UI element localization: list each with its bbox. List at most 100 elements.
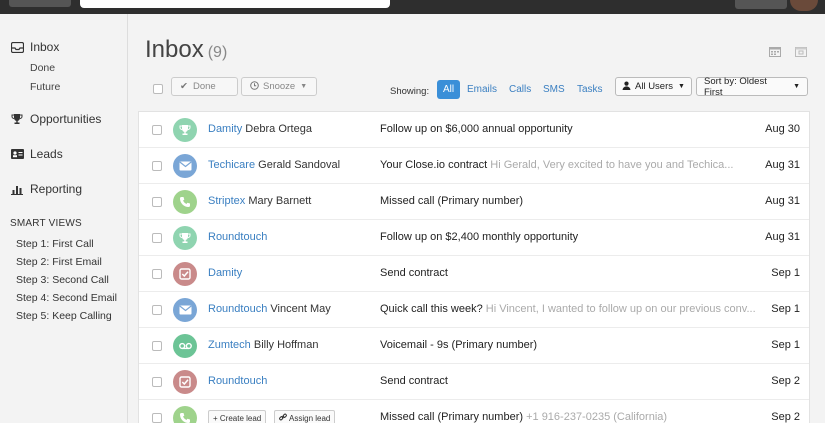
row-checkbox[interactable] xyxy=(152,413,162,423)
all-users-dropdown[interactable]: All Users ▼ xyxy=(615,77,692,96)
subject-text: Your Close.io contract xyxy=(380,159,488,171)
inbox-row[interactable]: Zumtech Billy Hoffman Voicemail - 9s (Pri… xyxy=(139,328,809,364)
subject-cell[interactable]: Send contract xyxy=(380,375,448,387)
subject-text: Follow up on $6,000 annual opportunity xyxy=(380,123,573,135)
row-checkbox[interactable] xyxy=(152,377,162,387)
subject-cell[interactable]: Follow up on $2,400 monthly opportunity xyxy=(380,231,578,243)
subject-preview: Hi Vincent, I wanted to follow up on our… xyxy=(485,303,756,315)
row-checkbox[interactable] xyxy=(152,233,162,243)
page-title-text: Inbox xyxy=(145,36,204,63)
inbox-row[interactable]: Striptex Mary Barnett Missed call (Primar… xyxy=(139,184,809,220)
filter-emails[interactable]: Emails xyxy=(461,80,503,99)
inbox-row[interactable]: Techicare Gerald Sandoval Your Close.io c… xyxy=(139,148,809,184)
inbox-row[interactable]: Roundtouch Vincent May Quick call this we… xyxy=(139,292,809,328)
subject-cell[interactable]: Follow up on $6,000 annual opportunity xyxy=(380,123,573,135)
company-link[interactable]: Zumtech xyxy=(208,339,251,351)
row-checkbox[interactable] xyxy=(152,269,162,279)
phone-icon xyxy=(173,406,197,423)
top-right-button[interactable] xyxy=(735,0,787,9)
subject-text: Voicemail - 9s (Primary number) xyxy=(380,339,538,351)
subject-cell[interactable]: Voicemail - 9s (Primary number) xyxy=(380,339,537,351)
caret-down-icon: ▼ xyxy=(793,83,800,90)
smart-view-item[interactable]: Step 1: First Call xyxy=(16,238,94,250)
subject-cell[interactable]: Missed call (Primary number) xyxy=(380,195,523,207)
row-date: Sep 2 xyxy=(771,375,800,387)
filter-sms[interactable]: SMS xyxy=(537,80,571,99)
caret-down-icon: ▼ xyxy=(300,83,308,90)
filter-calls[interactable]: Calls xyxy=(503,80,537,99)
lead-cell: Roundtouch xyxy=(208,231,267,243)
row-checkbox[interactable] xyxy=(152,305,162,315)
lead-cell: Damity xyxy=(208,267,242,279)
sidebar-item-inbox[interactable]: Inbox xyxy=(10,40,59,54)
company-link[interactable]: Roundtouch xyxy=(208,375,267,387)
subject-text: Quick call this week? xyxy=(380,303,483,315)
company-link[interactable]: Roundtouch xyxy=(208,303,267,315)
inbox-count: (9) xyxy=(207,44,228,61)
row-date: Aug 31 xyxy=(765,159,800,171)
lead-cell: Striptex Mary Barnett xyxy=(208,195,311,207)
task-check-icon xyxy=(173,262,197,286)
calendar-alt-icon[interactable] xyxy=(795,44,807,57)
inbox-row[interactable]: + Create lead Assign lead Missed call (Pri… xyxy=(139,400,809,423)
lead-cell: Zumtech Billy Hoffman xyxy=(208,339,318,351)
lead-cell: Roundtouch xyxy=(208,375,267,387)
row-checkbox[interactable] xyxy=(152,341,162,351)
trophy-icon xyxy=(173,118,197,142)
inbox-row[interactable]: Damity Debra Ortega Follow up on $6,000 a… xyxy=(139,112,809,148)
contact-name: Vincent May xyxy=(270,303,331,315)
smart-view-item[interactable]: Step 5: Keep Calling xyxy=(16,310,112,322)
global-search-input[interactable] xyxy=(80,0,390,8)
filter-tasks[interactable]: Tasks xyxy=(571,80,609,99)
done-button[interactable]: ✔ Done xyxy=(171,77,238,96)
create-lead-button[interactable]: + Create lead xyxy=(208,410,267,423)
clock-icon xyxy=(250,80,259,93)
sidebar-item-label: Opportunities xyxy=(30,112,102,126)
company-link[interactable]: Damity xyxy=(208,123,242,135)
row-date: Sep 1 xyxy=(771,303,800,315)
filter-all[interactable]: All xyxy=(437,80,461,99)
subject-cell[interactable]: Quick call this week? Hi Vincent, I want… xyxy=(380,303,756,315)
envelope-icon xyxy=(173,154,197,178)
lead-cell: Damity Debra Ortega xyxy=(208,123,312,135)
contact-name: Mary Barnett xyxy=(248,195,312,207)
company-link[interactable]: Techicare xyxy=(208,159,255,171)
row-checkbox[interactable] xyxy=(152,125,162,135)
assign-lead-button[interactable]: Assign lead xyxy=(274,410,336,423)
inbox-row[interactable]: Roundtouch Follow up on $2,400 monthly op… xyxy=(139,220,809,256)
company-link[interactable]: Damity xyxy=(208,267,242,279)
calendar-icon[interactable] xyxy=(769,44,781,57)
select-all-checkbox[interactable] xyxy=(153,84,163,94)
main-content: Inbox (9) ✔ Done Snooze ▼ Showing: All Em… xyxy=(128,14,825,423)
smart-view-item[interactable]: Step 4: Second Email xyxy=(16,292,117,304)
sidebar-item-opportunities[interactable]: Opportunities xyxy=(10,112,101,126)
row-checkbox[interactable] xyxy=(152,197,162,207)
smart-view-item[interactable]: Step 3: Second Call xyxy=(16,274,109,286)
sidebar-item-reporting[interactable]: Reporting xyxy=(10,182,82,196)
phone-icon xyxy=(173,190,197,214)
snooze-button-label: Snooze xyxy=(263,81,296,92)
subject-cell[interactable]: Missed call (Primary number) +1 916-237-… xyxy=(380,411,667,423)
inbox-row[interactable]: Damity Send contract Sep 1 xyxy=(139,256,809,292)
subject-text: Missed call (Primary number) xyxy=(380,411,524,423)
subject-preview: Hi Gerald, Very excited to have you and … xyxy=(490,159,734,171)
user-avatar[interactable] xyxy=(790,0,818,11)
sidebar-item-done[interactable]: Done xyxy=(30,62,55,74)
company-link[interactable]: Roundtouch xyxy=(208,231,267,243)
company-link[interactable]: Striptex xyxy=(208,195,245,207)
smart-view-item[interactable]: Step 2: First Email xyxy=(16,256,102,268)
row-date: Aug 31 xyxy=(765,195,800,207)
sidebar-item-future[interactable]: Future xyxy=(30,81,60,93)
subject-cell[interactable]: Your Close.io contract Hi Gerald, Very e… xyxy=(380,159,733,171)
sort-dropdown[interactable]: Sort by: Oldest First ▼ xyxy=(696,76,808,98)
top-left-button[interactable] xyxy=(9,0,71,7)
inbox-row[interactable]: Roundtouch Send contract Sep 2 xyxy=(139,364,809,400)
smart-views-heading: SMART VIEWS xyxy=(10,218,82,229)
snooze-button[interactable]: Snooze ▼ xyxy=(241,77,317,96)
page-title: Inbox (9) xyxy=(145,36,227,64)
lead-cell: Roundtouch Vincent May xyxy=(208,303,331,315)
sidebar-item-leads[interactable]: Leads xyxy=(10,147,63,161)
row-date: Aug 30 xyxy=(765,123,800,135)
subject-cell[interactable]: Send contract xyxy=(380,267,448,279)
row-checkbox[interactable] xyxy=(152,161,162,171)
